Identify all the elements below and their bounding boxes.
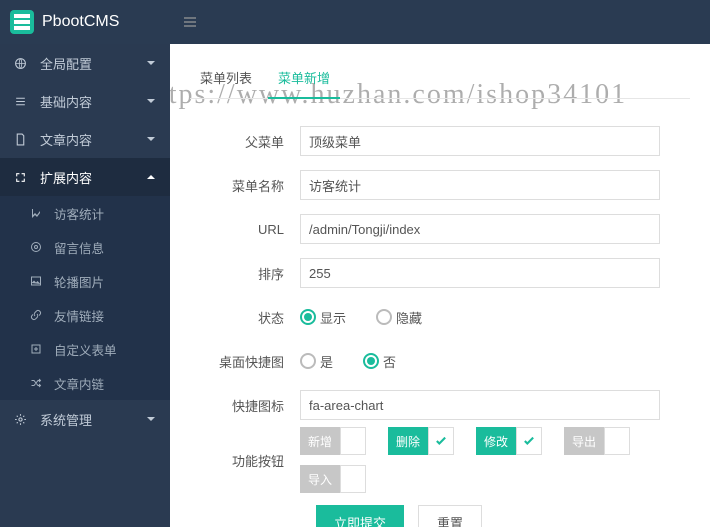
image-icon — [30, 275, 46, 287]
caret-up-icon — [146, 170, 156, 185]
sidebar-toggle-button[interactable] — [170, 0, 210, 44]
sidebar-item-innerlink[interactable]: 文章内链 — [0, 366, 170, 400]
funcbtn-import[interactable]: 导入 — [300, 465, 340, 493]
tabs: 菜单列表 菜单新增 — [190, 62, 690, 99]
shortcut-yes-radio[interactable]: 是 — [300, 352, 333, 371]
top-header: PbootCMS — [0, 0, 710, 44]
sidebar-item-label: 访客统计 — [54, 204, 104, 223]
funcbtn-modify-check[interactable] — [516, 427, 542, 455]
at-icon — [30, 241, 46, 253]
funcbtn-export[interactable]: 导出 — [564, 427, 604, 455]
caret-down-icon — [146, 412, 156, 427]
sidebar-group-system[interactable]: 系统管理 — [0, 400, 170, 438]
sidebar-item-form[interactable]: 自定义表单 — [0, 332, 170, 366]
label-icon: 快捷图标 — [190, 396, 300, 415]
tab-menu-list[interactable]: 菜单列表 — [190, 62, 262, 98]
main-content: https://www.huzhan.com/ishop34101 菜单列表 菜… — [170, 44, 710, 527]
caret-down-icon — [146, 94, 156, 109]
sidebar-label: 基础内容 — [40, 92, 92, 111]
sidebar-label: 全局配置 — [40, 54, 92, 73]
shortcut-no-radio[interactable]: 否 — [363, 352, 396, 371]
caret-down-icon — [146, 132, 156, 147]
sidebar: 全局配置 基础内容 文章内容 扩展内容 访客统计 留言信息 — [0, 44, 170, 527]
plus-square-icon — [30, 343, 46, 355]
chart-icon — [30, 207, 46, 219]
bars-icon — [182, 14, 198, 30]
sidebar-label: 系统管理 — [40, 410, 92, 429]
status-show-radio[interactable]: 显示 — [300, 308, 346, 327]
funcbtn-add-check[interactable] — [340, 427, 366, 455]
shuffle-icon — [30, 377, 46, 389]
submit-button[interactable]: 立即提交 — [316, 505, 404, 527]
status-hide-radio[interactable]: 隐藏 — [376, 308, 422, 327]
sidebar-item-slide[interactable]: 轮播图片 — [0, 264, 170, 298]
sidebar-subgroup-extend: 访客统计 留言信息 轮播图片 友情链接 自定义表单 文章内链 — [0, 196, 170, 400]
caret-down-icon — [146, 56, 156, 71]
radio-label: 否 — [383, 352, 396, 371]
url-input[interactable] — [300, 214, 660, 244]
globe-icon — [14, 57, 30, 70]
label-parent: 父菜单 — [190, 132, 300, 151]
label-funcbtns: 功能按钮 — [190, 451, 300, 470]
brand-logo-icon — [10, 10, 34, 34]
icon-input[interactable] — [300, 390, 660, 420]
radio-label: 隐藏 — [396, 308, 422, 327]
sidebar-item-label: 自定义表单 — [54, 340, 117, 359]
funcbtn-add[interactable]: 新增 — [300, 427, 340, 455]
sidebar-item-visitor-stats[interactable]: 访客统计 — [0, 196, 170, 230]
check-icon — [435, 436, 447, 446]
gear-icon — [14, 413, 30, 426]
sort-input[interactable] — [300, 258, 660, 288]
label-status: 状态 — [190, 308, 300, 327]
menu-form: 父菜单 菜单名称 URL 排序 状态 显示 隐藏 — [190, 119, 690, 527]
link-icon — [30, 309, 46, 321]
radio-label: 是 — [320, 352, 333, 371]
parent-select[interactable] — [300, 126, 660, 156]
funcbtn-modify[interactable]: 修改 — [476, 427, 516, 455]
reset-button[interactable]: 重置 — [418, 505, 482, 527]
label-url: URL — [190, 222, 300, 237]
sidebar-item-label: 文章内链 — [54, 374, 104, 393]
funcbtn-export-check[interactable] — [604, 427, 630, 455]
funcbtn-delete[interactable]: 删除 — [388, 427, 428, 455]
funcbtn-delete-check[interactable] — [428, 427, 454, 455]
label-sort: 排序 — [190, 264, 300, 283]
list-icon — [14, 95, 30, 108]
label-name: 菜单名称 — [190, 176, 300, 195]
sidebar-item-message[interactable]: 留言信息 — [0, 230, 170, 264]
funcbtn-import-check[interactable] — [340, 465, 366, 493]
sidebar-group-basic[interactable]: 基础内容 — [0, 82, 170, 120]
sidebar-item-label: 轮播图片 — [54, 272, 104, 291]
file-icon — [14, 133, 30, 146]
expand-icon — [14, 171, 30, 184]
name-input[interactable] — [300, 170, 660, 200]
label-shortcut: 桌面快捷图 — [190, 352, 300, 371]
tab-menu-add[interactable]: 菜单新增 — [268, 62, 340, 99]
sidebar-group-extend[interactable]: 扩展内容 — [0, 158, 170, 196]
brand-logo[interactable]: PbootCMS — [0, 0, 170, 44]
brand-text: PbootCMS — [42, 13, 119, 31]
sidebar-label: 扩展内容 — [40, 168, 92, 187]
sidebar-label: 文章内容 — [40, 130, 92, 149]
radio-label: 显示 — [320, 308, 346, 327]
sidebar-item-link[interactable]: 友情链接 — [0, 298, 170, 332]
sidebar-group-global[interactable]: 全局配置 — [0, 44, 170, 82]
sidebar-group-article[interactable]: 文章内容 — [0, 120, 170, 158]
check-icon — [523, 436, 535, 446]
sidebar-item-label: 友情链接 — [54, 306, 104, 325]
sidebar-item-label: 留言信息 — [54, 238, 104, 257]
